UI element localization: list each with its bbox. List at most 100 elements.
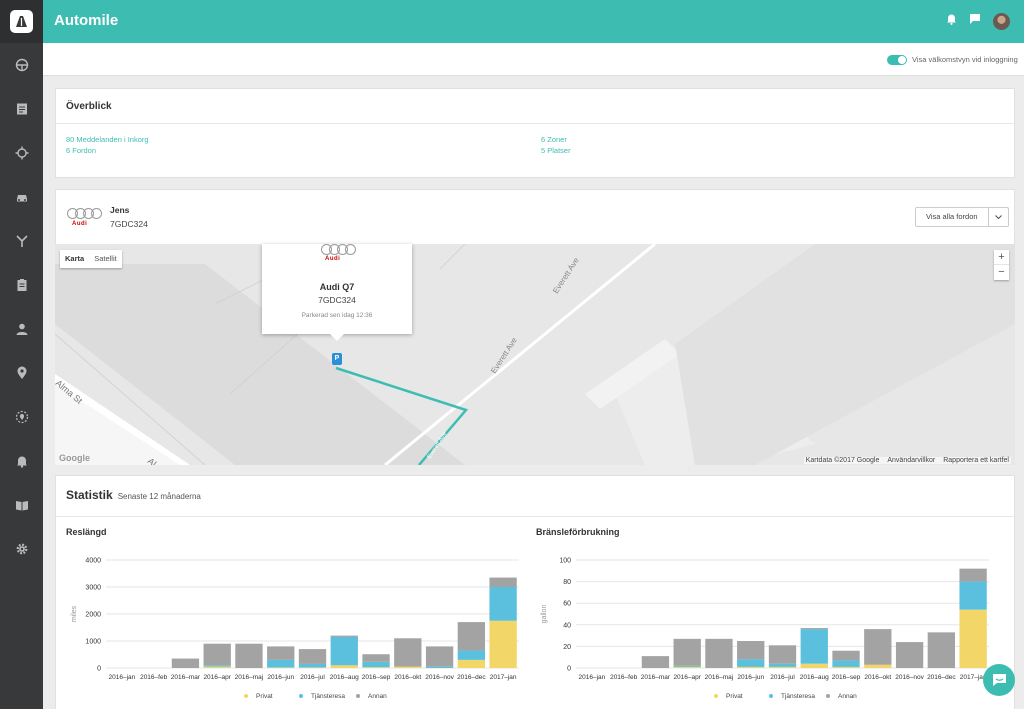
overview-card: Överblick 80 Meddelanden i Inkorg 6 Ford… xyxy=(55,88,1015,178)
vehicle-plate: 7GDC324 xyxy=(110,219,148,229)
x-tick-label: 2016–maj xyxy=(705,674,734,681)
bar-segment xyxy=(425,646,454,667)
zoom-out-button[interactable]: − xyxy=(994,265,1009,280)
bar-segment xyxy=(362,667,390,668)
x-tick-label: 2016–dec xyxy=(457,674,486,681)
map-type-satellit[interactable]: Satellit xyxy=(89,250,122,268)
trips-icon[interactable] xyxy=(13,232,30,249)
reports-icon[interactable] xyxy=(13,276,30,293)
x-tick-label: 2016–jul xyxy=(770,674,795,681)
bar-segment xyxy=(394,638,422,667)
bar-segment xyxy=(673,665,701,667)
x-tick-label: 2016–sep xyxy=(362,674,391,681)
bar-segment xyxy=(489,620,517,668)
bar-segment xyxy=(203,643,231,666)
map-attribution: Kartdata ©2017 Google Användarvillkor Ra… xyxy=(803,457,1011,464)
legend-marker xyxy=(244,694,248,698)
chart-title: Bränsleförbrukning xyxy=(536,527,620,537)
x-tick-label: 2016–jun xyxy=(267,674,294,681)
audi-logo-icon xyxy=(67,208,102,219)
map-canvas: Everett Ave Everett Ave Everett Ave Alma… xyxy=(55,244,1015,465)
y-tick-label: 3000 xyxy=(85,585,101,592)
zones-link[interactable]: 6 Zoner xyxy=(541,135,567,144)
x-tick-label: 2016–jan xyxy=(109,674,136,681)
x-tick-label: 2016–okt xyxy=(864,674,891,681)
legend-label: Privat xyxy=(726,693,743,700)
avatar[interactable] xyxy=(993,12,1010,30)
x-tick-label: 2016–aug xyxy=(330,674,359,681)
report-map-error-link[interactable]: Rapportera ett kartfel xyxy=(943,457,1009,464)
stats-divider xyxy=(56,516,1014,517)
vehicles-link[interactable]: 6 Fordon xyxy=(66,146,96,155)
chat-button[interactable] xyxy=(983,664,1015,696)
google-logo: Google xyxy=(59,453,90,463)
bar-segment xyxy=(330,665,358,668)
places-icon[interactable] xyxy=(13,364,30,381)
y-axis-label: miles xyxy=(71,605,78,622)
location-icon[interactable] xyxy=(13,144,30,161)
x-tick-label: 2016–apr xyxy=(673,674,701,681)
welcome-view-toggle[interactable] xyxy=(887,55,907,65)
x-tick-label: 2016–jan xyxy=(579,674,606,681)
bar-segment xyxy=(768,666,797,668)
overview-divider xyxy=(56,123,1014,124)
stats-title: Statistik xyxy=(66,488,113,502)
stats-subtitle: Senaste 12 månaderna xyxy=(117,492,201,501)
vehicle-map[interactable]: Everett Ave Everett Ave Everett Ave Alma… xyxy=(55,244,1015,465)
settings-icon[interactable] xyxy=(13,540,30,557)
y-tick-label: 4000 xyxy=(85,558,101,565)
bar-segment xyxy=(705,638,733,668)
places-link[interactable]: 5 Platser xyxy=(541,146,571,155)
inbox-link[interactable]: 80 Meddelanden i Inkorg xyxy=(66,135,149,144)
app-logo[interactable] xyxy=(0,0,43,43)
audi-brand-text: Audi xyxy=(325,256,341,262)
alerts-icon[interactable] xyxy=(13,452,30,469)
x-tick-label: 2016–aug xyxy=(800,674,829,681)
messages-icon[interactable] xyxy=(969,12,981,30)
journal-icon[interactable] xyxy=(13,100,30,117)
app-title: Automile xyxy=(54,12,119,29)
zoom-in-button[interactable]: + xyxy=(994,250,1009,265)
popup-plate: 7GDC324 xyxy=(318,295,356,305)
bar-segment xyxy=(267,659,295,668)
legend-marker xyxy=(826,694,830,698)
x-tick-label: 2016–apr xyxy=(203,674,231,681)
x-tick-label: 2016–jul xyxy=(300,674,325,681)
bar-segment xyxy=(768,663,797,667)
dashboard-icon[interactable] xyxy=(13,56,30,73)
map-type-control: Karta Satellit xyxy=(60,250,122,268)
distance-chart: 0 1000 2000 3000 4000 miles 2016–jan 2016–feb 20… xyxy=(71,558,519,700)
y-tick-label: 40 xyxy=(563,622,571,629)
parking-pin-icon[interactable]: P xyxy=(332,353,342,365)
bell-icon[interactable] xyxy=(946,12,957,30)
map-data-text: Kartdata ©2017 Google xyxy=(805,457,880,464)
x-tick-label: 2016–jun xyxy=(737,674,764,681)
bar-segment xyxy=(800,663,828,668)
bar-segment xyxy=(832,660,860,667)
show-all-vehicles-button[interactable]: Visa alla fordon xyxy=(916,208,989,226)
bar-segment xyxy=(959,581,987,610)
chevron-down-icon[interactable] xyxy=(989,208,1008,226)
sidebar xyxy=(0,0,43,709)
x-tick-label: 2016–nov xyxy=(425,674,454,681)
bar-segment xyxy=(959,609,987,668)
user-icon[interactable] xyxy=(13,320,30,337)
terms-link[interactable]: Användarvillkor xyxy=(887,457,935,464)
zoom-control: + − xyxy=(994,250,1009,280)
welcome-view-toggle-label: Visa välkomstvyn vid inloggning xyxy=(912,55,1018,64)
book-icon[interactable] xyxy=(13,496,30,513)
bar-segment xyxy=(832,666,860,668)
bar-segment xyxy=(800,629,828,664)
overview-title: Överblick xyxy=(66,101,112,112)
x-tick-label: 2016–sep xyxy=(832,674,861,681)
driver-name: Jens xyxy=(110,205,130,215)
bar-segment xyxy=(641,656,670,668)
audi-logo-icon xyxy=(321,244,356,255)
x-tick-label: 2016–mar xyxy=(171,674,201,681)
zones-icon[interactable] xyxy=(13,408,30,425)
car-icon[interactable] xyxy=(13,188,30,205)
map-type-karta[interactable]: Karta xyxy=(60,250,89,268)
vehicle-popup: Audi Audi Q7 7GDC324 Parkerad sen idag 1… xyxy=(262,244,412,341)
bar-segment xyxy=(768,645,797,664)
bar-segment xyxy=(832,650,860,661)
